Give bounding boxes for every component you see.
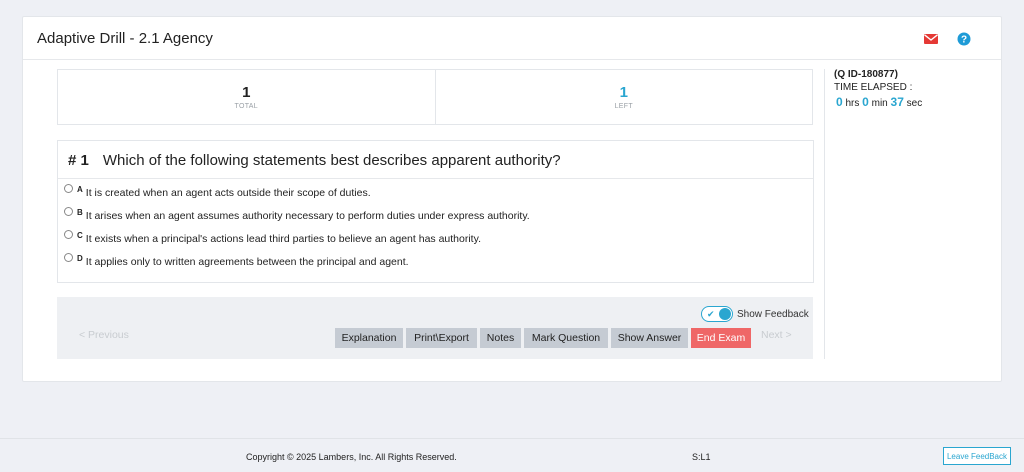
total-label: TOTAL: [234, 103, 258, 110]
question-stats: 1 TOTAL 1 LEFT: [57, 69, 813, 125]
time-elapsed-label: TIME ELAPSED :: [834, 82, 913, 93]
hours-unit: hrs: [845, 98, 860, 109]
option-a-letter: A: [77, 185, 83, 194]
leave-feedback-button[interactable]: Leave FeedBack: [943, 447, 1011, 465]
show-feedback-label: Show Feedback: [737, 308, 809, 320]
option-d-letter: D: [77, 254, 83, 263]
option-b-letter: B: [77, 208, 83, 217]
page-footer: Copyright © 2025 Lambers, Inc. All Right…: [0, 438, 1024, 472]
drill-card: Adaptive Drill - 2.1 Agency ? 1 TOTAL 1 …: [22, 16, 1002, 382]
side-panel: (Q ID-180877) TIME ELAPSED : 0 hrs 0 min…: [824, 69, 922, 359]
previous-button[interactable]: < Previous: [79, 329, 129, 341]
svg-text:?: ?: [961, 35, 967, 46]
option-c-letter: C: [77, 231, 83, 240]
question-text: Which of the following statements best d…: [102, 152, 561, 169]
explanation-button[interactable]: Explanation: [335, 328, 403, 348]
copyright-text: Copyright © 2025 Lambers, Inc. All Right…: [246, 452, 457, 462]
question-toolbar: ✔ Show Feedback < Previous Explanation P…: [57, 297, 813, 359]
option-a[interactable]: A It is created when an agent acts outsi…: [64, 184, 813, 207]
option-b-radio[interactable]: [64, 207, 73, 216]
left-count: 1: [619, 84, 628, 101]
option-a-text: It is created when an agent acts outside…: [85, 187, 371, 199]
option-c[interactable]: C It exists when a principal's actions l…: [64, 230, 813, 253]
next-button[interactable]: Next >: [761, 329, 792, 341]
print-export-button[interactable]: Print\Export: [406, 328, 477, 348]
left-label: LEFT: [614, 103, 633, 110]
seconds-value: 37: [890, 95, 904, 109]
show-feedback-toggle[interactable]: ✔: [701, 306, 733, 322]
card-header: Adaptive Drill - 2.1 Agency ?: [23, 17, 1001, 60]
toggle-knob: [719, 308, 731, 320]
question-header: # 1 Which of the following statements bes…: [58, 141, 813, 179]
check-icon: ✔: [707, 309, 715, 319]
option-d-text: It applies only to written agreements be…: [85, 256, 409, 268]
question-panel: # 1 Which of the following statements bes…: [57, 140, 814, 283]
option-d-radio[interactable]: [64, 253, 73, 262]
show-feedback-control: ✔ Show Feedback: [701, 306, 809, 322]
end-exam-button[interactable]: End Exam: [691, 328, 751, 348]
question-number: # 1: [68, 152, 89, 169]
seconds-unit: sec: [906, 98, 923, 109]
minutes-value: 0: [862, 95, 869, 109]
option-c-text: It exists when a principal's actions lea…: [85, 233, 481, 245]
show-answer-button[interactable]: Show Answer: [611, 328, 688, 348]
option-d[interactable]: D It applies only to written agreements …: [64, 253, 813, 276]
question-id: (Q ID-180877): [834, 69, 898, 80]
answer-options: A It is created when an agent acts outsi…: [58, 179, 813, 276]
total-count: 1: [242, 84, 251, 101]
total-stat: 1 TOTAL: [58, 70, 435, 124]
hours-value: 0: [836, 95, 843, 109]
minutes-unit: min: [871, 98, 888, 109]
option-b-text: It arises when an agent assumes authorit…: [85, 210, 530, 222]
option-c-radio[interactable]: [64, 230, 73, 239]
sl-label: S:L1: [692, 452, 711, 462]
option-a-radio[interactable]: [64, 184, 73, 193]
left-stat: 1 LEFT: [434, 70, 813, 124]
page-title: Adaptive Drill - 2.1 Agency: [37, 30, 213, 47]
question-circle-icon[interactable]: ?: [956, 31, 972, 47]
envelope-icon[interactable]: [923, 31, 939, 47]
mark-question-button[interactable]: Mark Question: [524, 328, 608, 348]
time-elapsed: 0 hrs 0 min 37 sec: [834, 95, 922, 109]
option-b[interactable]: B It arises when an agent assumes author…: [64, 207, 813, 230]
notes-button[interactable]: Notes: [480, 328, 521, 348]
